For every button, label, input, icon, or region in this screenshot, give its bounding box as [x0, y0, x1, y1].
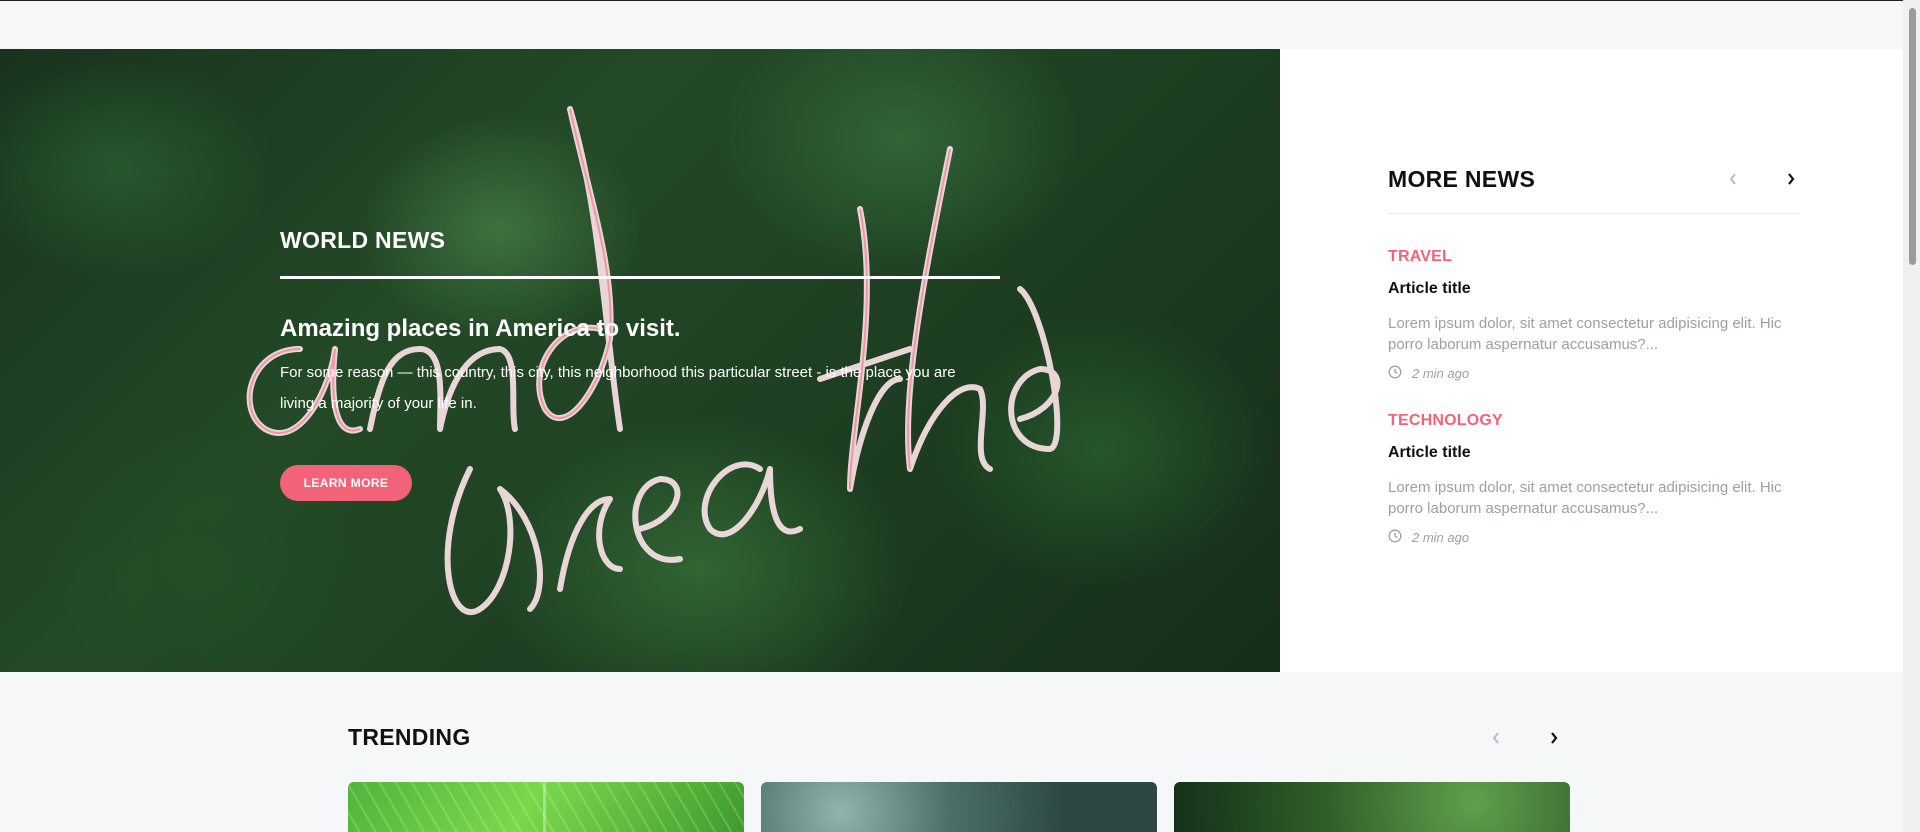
- hero-banner: WORLD NEWS Amazing places in America to …: [0, 49, 1280, 672]
- chevron-right-icon[interactable]: [1782, 170, 1800, 188]
- page-scrollbar[interactable]: [1903, 0, 1920, 832]
- chevron-left-icon[interactable]: [1487, 729, 1505, 747]
- article-category[interactable]: TRAVEL: [1388, 248, 1800, 266]
- chevron-left-icon[interactable]: [1724, 170, 1742, 188]
- article-meta: 2 min ago: [1388, 365, 1800, 382]
- article-meta: 2 min ago: [1388, 529, 1800, 546]
- hero-content: WORLD NEWS Amazing places in America to …: [280, 227, 1000, 501]
- more-news-nav: [1724, 170, 1800, 188]
- article-title[interactable]: Article title: [1388, 444, 1800, 462]
- hero-title[interactable]: Amazing places in America to visit.: [280, 315, 1000, 343]
- trending-nav: [1487, 729, 1563, 747]
- hero-description: For some reason — this country, this cit…: [280, 364, 956, 412]
- hero-category: WORLD NEWS: [280, 227, 446, 253]
- clock-icon: [1388, 365, 1402, 382]
- news-article[interactable]: TRAVEL Article title Lorem ipsum dolor, …: [1388, 248, 1800, 382]
- article-title[interactable]: Article title: [1388, 280, 1800, 298]
- top-border: [0, 0, 1920, 1]
- learn-more-button[interactable]: LEARN MORE: [280, 465, 412, 501]
- article-time: 2 min ago: [1412, 366, 1470, 381]
- hero-divider: [280, 276, 1000, 279]
- trending-title: TRENDING: [348, 724, 471, 750]
- more-news-divider: [1388, 213, 1800, 214]
- scrollbar-thumb[interactable]: [1909, 8, 1916, 265]
- article-category[interactable]: TECHNOLOGY: [1388, 412, 1800, 430]
- news-article[interactable]: TECHNOLOGY Article title Lorem ipsum dol…: [1388, 412, 1800, 546]
- more-news-panel: MORE NEWS TRAVEL Article title Lorem ips…: [1280, 49, 1920, 672]
- article-excerpt: Lorem ipsum dolor, sit amet consectetur …: [1388, 315, 1782, 353]
- more-news-title: MORE NEWS: [1388, 165, 1536, 192]
- chevron-right-icon[interactable]: [1545, 729, 1563, 747]
- trending-card-image[interactable]: [761, 782, 1157, 832]
- article-time: 2 min ago: [1412, 530, 1470, 545]
- article-excerpt: Lorem ipsum dolor, sit amet consectetur …: [1388, 479, 1782, 517]
- clock-icon: [1388, 529, 1402, 546]
- trending-card-image[interactable]: [1174, 782, 1570, 832]
- trending-card-image[interactable]: [348, 782, 744, 832]
